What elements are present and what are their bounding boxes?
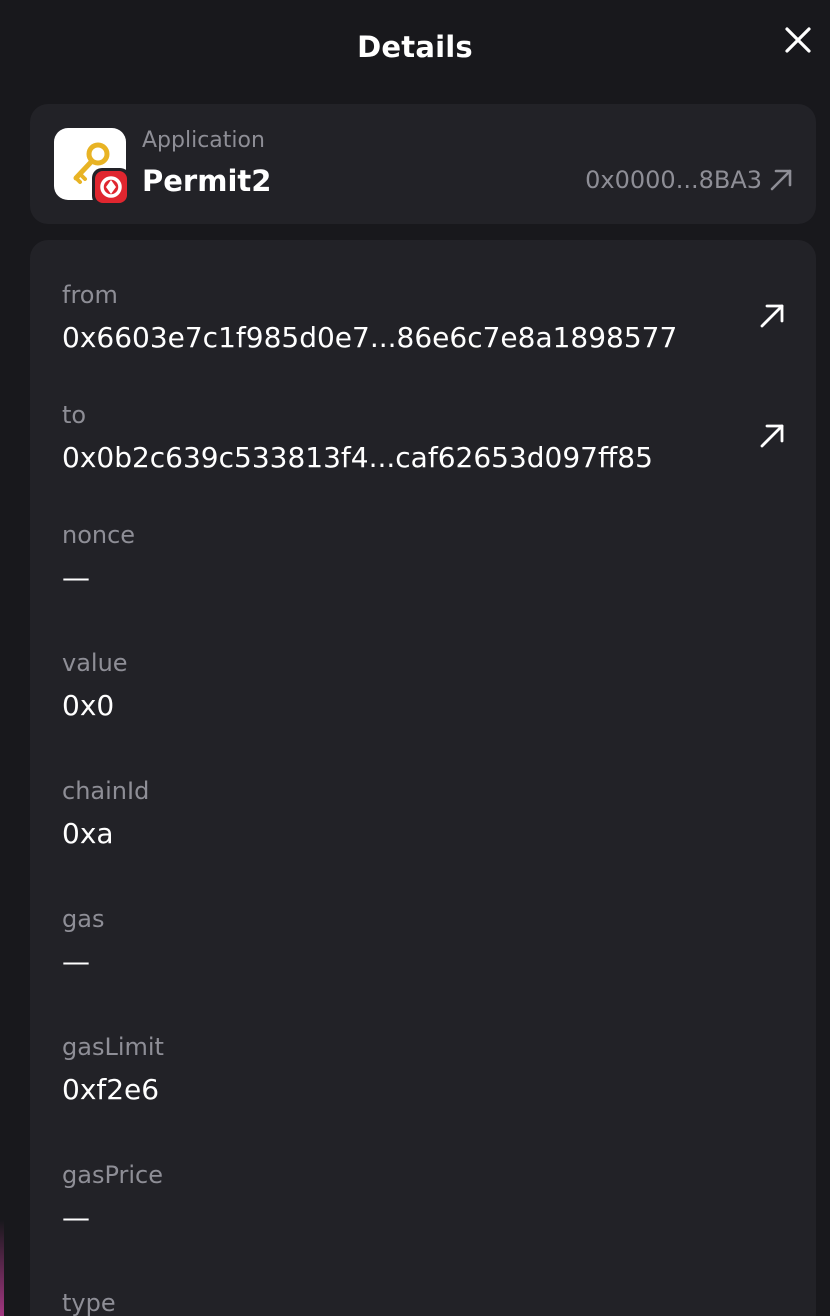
to-external-link-button[interactable] bbox=[756, 420, 788, 452]
field-value: 0xf2e6 bbox=[62, 1073, 160, 1106]
field-label: from bbox=[62, 281, 118, 309]
field-value: — bbox=[62, 945, 90, 978]
field-label: type bbox=[62, 1289, 116, 1316]
close-icon bbox=[785, 27, 811, 53]
application-label: Application bbox=[142, 128, 265, 153]
field-label: gasLimit bbox=[62, 1033, 164, 1061]
field-gasprice: gasPrice — bbox=[62, 1160, 788, 1236]
field-label: value bbox=[62, 649, 128, 677]
page-title: Details bbox=[357, 30, 473, 64]
field-to: to 0x0b2c639c533813f4...caf62653d097ff85 bbox=[62, 400, 788, 476]
external-link-icon bbox=[760, 304, 784, 328]
field-value: — bbox=[62, 1201, 90, 1234]
field-value: — bbox=[62, 561, 90, 594]
application-address-link[interactable]: 0x0000...8BA3 bbox=[585, 166, 794, 194]
field-label: gas bbox=[62, 905, 105, 933]
app-icon-group bbox=[54, 128, 130, 206]
from-external-link-button[interactable] bbox=[756, 300, 788, 332]
field-value: 0x0b2c639c533813f4...caf62653d097ff85 bbox=[62, 441, 653, 474]
network-badge bbox=[92, 168, 130, 206]
field-gaslimit: gasLimit 0xf2e6 bbox=[62, 1032, 788, 1108]
close-button[interactable] bbox=[782, 24, 814, 56]
application-name: Permit2 bbox=[142, 164, 272, 198]
field-label: to bbox=[62, 401, 87, 429]
field-label: gasPrice bbox=[62, 1161, 163, 1189]
window-edge-accent bbox=[0, 1220, 4, 1316]
external-link-icon bbox=[770, 169, 792, 191]
field-chainid: chainId 0xa bbox=[62, 776, 788, 852]
field-label: nonce bbox=[62, 521, 136, 549]
field-type: type bbox=[62, 1288, 788, 1316]
details-panel: Details Application Permit2 0x0000...8BA… bbox=[0, 0, 830, 1316]
field-value: value 0x0 bbox=[62, 648, 788, 724]
network-badge-icon bbox=[95, 171, 127, 203]
field-value: 0x0 bbox=[62, 689, 115, 722]
field-from: from 0x6603e7c1f985d0e7...86e6c7e8a18985… bbox=[62, 280, 788, 356]
field-value: 0xa bbox=[62, 817, 114, 850]
field-label: chainId bbox=[62, 777, 150, 805]
application-address: 0x0000...8BA3 bbox=[585, 166, 762, 194]
transaction-details-card: from 0x6603e7c1f985d0e7...86e6c7e8a18985… bbox=[30, 240, 816, 1316]
application-card: Application Permit2 0x0000...8BA3 bbox=[30, 104, 816, 224]
field-nonce: nonce — bbox=[62, 520, 788, 596]
field-gas: gas — bbox=[62, 904, 788, 980]
external-link-icon bbox=[760, 424, 784, 448]
header: Details bbox=[0, 0, 830, 100]
field-value: 0x6603e7c1f985d0e7...86e6c7e8a1898577 bbox=[62, 321, 678, 354]
